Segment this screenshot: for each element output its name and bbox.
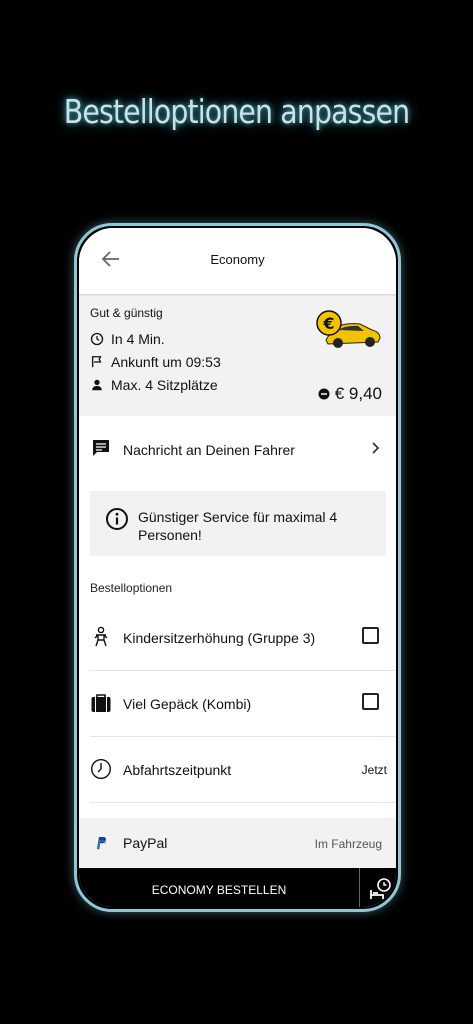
eta-row: In 4 Min. (90, 329, 165, 349)
paypal-icon (97, 837, 106, 850)
option-child-seat[interactable]: Kindersitzerhöhung (Gruppe 3) (90, 605, 396, 671)
coin-icon (318, 388, 330, 400)
message-icon (93, 440, 109, 456)
section-label-options: Bestelloptionen (90, 581, 173, 595)
clock-icon (90, 332, 104, 346)
driver-message-label: Nachricht an Deinen Fahrer (123, 442, 295, 458)
option-luggage[interactable]: Viel Gepäck (Kombi) (90, 671, 396, 737)
ride-summary: Gut & günstig In 4 Min. Ankunft um 09:53… (79, 297, 396, 416)
promo-headline: Bestelloptionen anpassen (63, 92, 410, 131)
seats-row: Max. 4 Sitzplätze (90, 375, 218, 395)
info-box: Günstiger Service für maximal 4 Personen… (90, 491, 386, 556)
luggage-label: Viel Gepäck (Kombi) (123, 696, 252, 712)
order-bar-divider (359, 868, 360, 907)
luggage-icon (91, 694, 111, 712)
page-title: Economy (210, 252, 265, 267)
svg-text:€: € (322, 314, 334, 333)
luggage-checkbox[interactable] (362, 693, 379, 710)
departure-label: Abfahrtszeitpunkt (123, 762, 232, 778)
schedule-ride-icon[interactable] (369, 877, 393, 901)
info-text: Günstiger Service für maximal 4 Personen… (138, 509, 338, 543)
ride-subtitle: Gut & günstig (90, 306, 163, 320)
arrival-row: Ankunft um 09:53 (90, 352, 221, 372)
order-button[interactable]: ECONOMY BESTELLEN (79, 868, 359, 907)
app-screen: Economy Gut & günstig In 4 Min. Ankunft … (79, 228, 396, 907)
child-seat-checkbox[interactable] (362, 627, 379, 644)
child-seat-label: Kindersitzerhöhung (Gruppe 3) (123, 630, 316, 646)
driver-message-row[interactable]: Nachricht an Deinen Fahrer (79, 416, 396, 482)
payment-row[interactable]: PayPal Im Fahrzeug (79, 818, 396, 868)
option-departure[interactable]: Abfahrtszeitpunkt Jetzt (90, 737, 396, 803)
clock-icon (90, 758, 112, 780)
price-row: € 9,40 (318, 384, 382, 404)
person-icon (92, 379, 102, 391)
top-bar: Economy (79, 228, 396, 294)
flag-icon (91, 356, 102, 368)
payment-method-label: PayPal (123, 835, 168, 851)
chevron-right-icon (372, 442, 380, 454)
departure-value: Jetzt (361, 763, 387, 777)
price-text: € 9,40 (334, 384, 382, 403)
arrival-text: Ankunft um 09:53 (111, 354, 221, 370)
order-bar: ECONOMY BESTELLEN (79, 868, 396, 907)
taxi-car-icon: € (316, 310, 381, 348)
info-icon (106, 508, 128, 530)
child-seat-icon (94, 626, 108, 647)
seats-text: Max. 4 Sitzplätze (111, 377, 218, 393)
phone-frame: Economy Gut & günstig In 4 Min. Ankunft … (74, 223, 401, 912)
eta-text: In 4 Min. (111, 331, 165, 347)
payment-value: Im Fahrzeug (314, 837, 382, 851)
